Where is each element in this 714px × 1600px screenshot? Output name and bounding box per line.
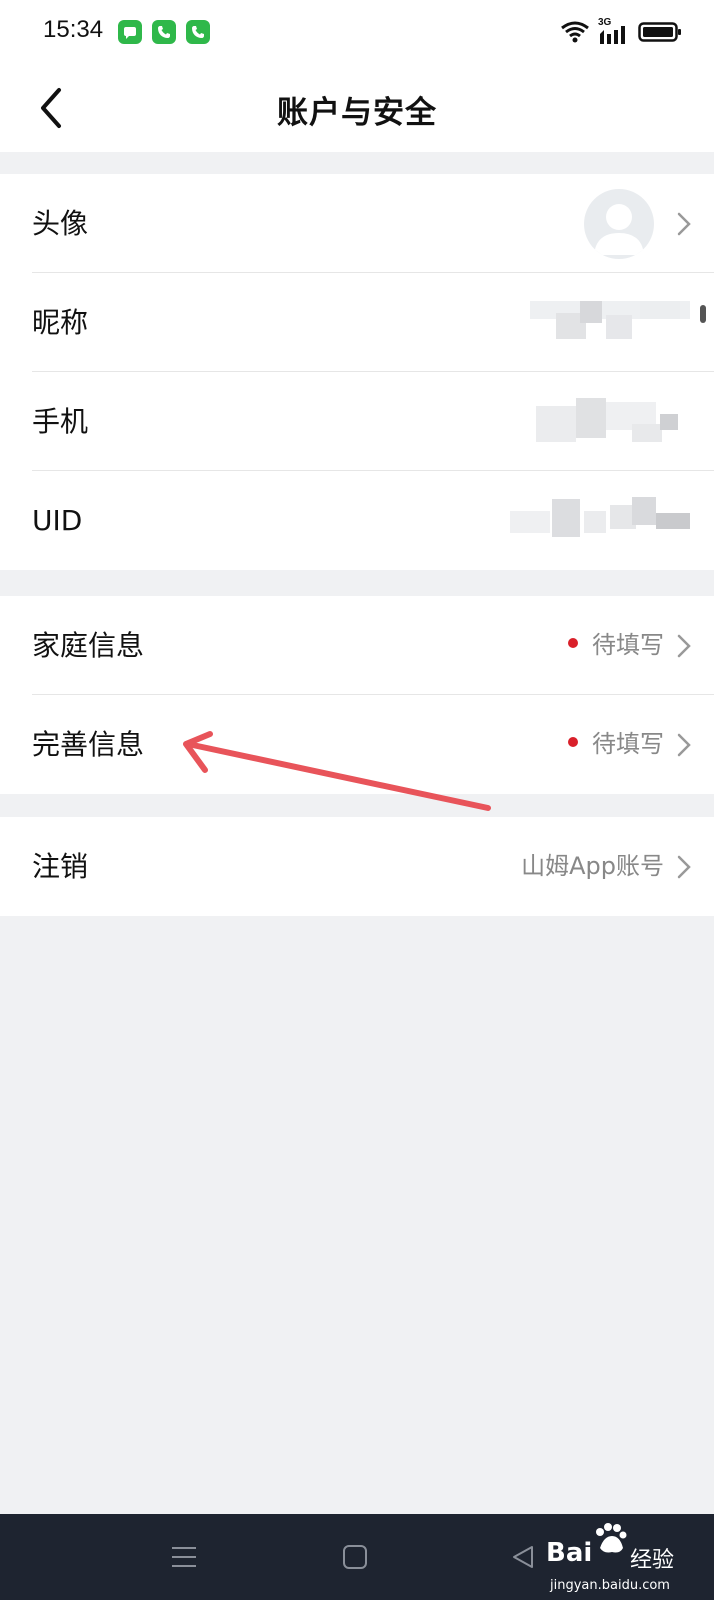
nickname-row[interactable]: 昵称 xyxy=(0,273,714,372)
home-square-icon[interactable] xyxy=(342,1544,368,1570)
system-navigation-bar: Bai 经验 jingyan.baidu.com xyxy=(0,1514,714,1600)
avatar-row[interactable]: 头像 xyxy=(0,174,714,273)
status-dot xyxy=(568,638,578,648)
wifi-icon xyxy=(561,21,589,43)
title-bar: 账户与安全 xyxy=(0,66,714,152)
chevron-right-icon xyxy=(677,733,691,757)
phone-app-icon xyxy=(186,20,210,44)
uid-row[interactable]: UID xyxy=(0,471,714,570)
family-info-label: 家庭信息 xyxy=(32,629,145,662)
nickname-label: 昵称 xyxy=(32,306,89,339)
baidu-jingyan-watermark: Bai 经验 jingyan.baidu.com xyxy=(546,1520,714,1600)
watermark-brand: Bai xyxy=(546,1538,593,1568)
deregister-row[interactable]: 注销 山姆App账号 xyxy=(0,817,714,916)
status-bar: 15:34 3G xyxy=(0,0,714,66)
watermark-url: jingyan.baidu.com xyxy=(550,1578,670,1593)
system-status-icons: 3G xyxy=(560,17,684,46)
family-info-row[interactable]: 家庭信息 待填写 xyxy=(0,596,714,695)
phone-app-icon xyxy=(152,20,176,44)
chevron-right-icon xyxy=(677,855,691,879)
menu-icon[interactable] xyxy=(170,1544,198,1570)
deregister-label: 注销 xyxy=(32,850,89,883)
info-settings-group: 家庭信息 待填写 完善信息 待填写 xyxy=(0,596,714,794)
account-settings-group: 注销 山姆App账号 xyxy=(0,817,714,916)
family-info-status: 待填写 xyxy=(568,596,664,695)
avatar[interactable] xyxy=(584,189,654,259)
profile-settings-group: 头像 昵称 手机 UID xyxy=(0,174,714,570)
watermark-brand-suffix: 经验 xyxy=(630,1548,675,1573)
message-app-icon xyxy=(118,20,142,44)
default-avatar-icon xyxy=(594,204,644,255)
avatar-label: 头像 xyxy=(32,207,89,240)
chevron-right-icon xyxy=(677,212,691,236)
complete-info-row[interactable]: 完善信息 待填写 xyxy=(0,695,714,794)
paw-logo-icon xyxy=(596,1523,627,1553)
status-time: 15:34 xyxy=(43,16,104,43)
phone-label: 手机 xyxy=(32,405,89,438)
deregister-value: 山姆App账号 xyxy=(521,852,664,880)
page-title: 账户与安全 xyxy=(277,95,437,131)
family-info-value: 待填写 xyxy=(592,631,664,659)
back-triangle-icon[interactable] xyxy=(510,1544,536,1570)
battery-icon xyxy=(638,22,681,42)
phone-row[interactable]: 手机 xyxy=(0,372,714,471)
complete-info-value: 待填写 xyxy=(592,730,664,758)
chevron-right-icon xyxy=(677,634,691,658)
complete-info-status: 待填写 xyxy=(568,695,664,794)
complete-info-label: 完善信息 xyxy=(32,728,145,761)
signal-icon xyxy=(600,26,625,44)
uid-label: UID xyxy=(32,504,83,537)
status-dot xyxy=(568,737,578,747)
